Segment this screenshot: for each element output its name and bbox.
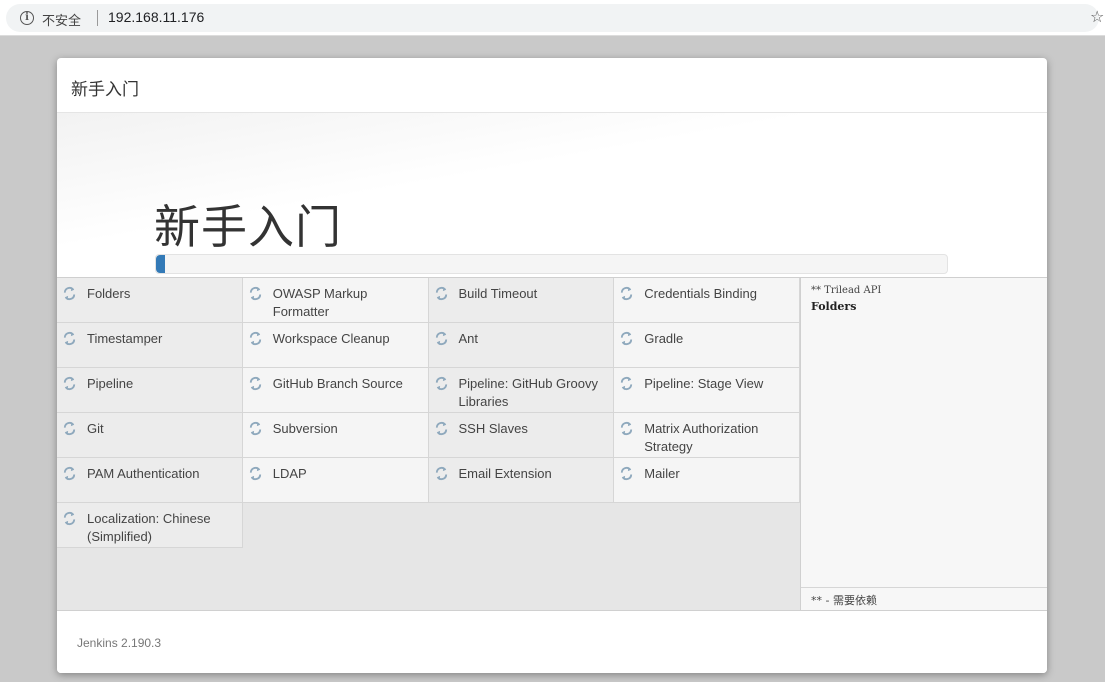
refresh-icon (435, 466, 447, 481)
refresh-icon (435, 376, 447, 391)
plugin-item: Pipeline: GitHub Groovy Libraries (428, 368, 615, 413)
plugin-name: LDAP (272, 466, 307, 481)
refresh-icon (63, 466, 76, 481)
install-log: ** Trilead API Folders ** - 需要依赖 (800, 278, 1047, 610)
plugin-item: Pipeline: Stage View (614, 368, 800, 413)
plugin-name: Gradle (644, 331, 684, 346)
refresh-icon (63, 376, 76, 391)
plugin-item: Credentials Binding (614, 278, 800, 323)
plugin-item: Timestamper (57, 323, 243, 368)
install-progress-bar (155, 254, 948, 274)
refresh-icon (63, 286, 76, 301)
refresh-icon (249, 331, 261, 346)
refresh-icon (63, 511, 76, 526)
url-text[interactable]: 192.168.11.176 (108, 9, 204, 25)
plugin-row: PAM Authentication LDAP Email Extension Mai… (57, 458, 800, 503)
plugin-name: Pipeline: Stage View (644, 376, 764, 391)
dependency-legend: ** - 需要依赖 (811, 594, 877, 607)
plugin-name: Ant (458, 331, 479, 346)
plugin-name: Credentials Binding (644, 286, 757, 301)
plugin-row: Git Subversion SSH Slaves Matrix Authorizat… (57, 413, 800, 458)
plugin-name: Mailer (644, 466, 680, 481)
refresh-icon (621, 331, 633, 346)
address-divider (97, 10, 98, 26)
plugin-item: OWASP Markup Formatter (242, 278, 429, 323)
plugin-item: Pipeline (57, 368, 243, 413)
plugin-item: Subversion (242, 413, 429, 458)
plugin-name: OWASP Markup Formatter (272, 286, 368, 319)
plugin-name: Matrix Authorization Strategy (644, 421, 759, 454)
plugin-grid: Folders OWASP Markup Formatter Build Timeo… (57, 278, 800, 548)
jenkins-version: Jenkins 2.190.3 (77, 636, 162, 650)
plugin-row: Timestamper Workspace Cleanup Ant Gradle (57, 323, 800, 368)
dialog-header: 新手入门 (57, 58, 1047, 113)
address-bar[interactable]: i 不安全 192.168.11.176 ☆ (6, 4, 1104, 32)
plugin-name: GitHub Branch Source (272, 376, 403, 391)
refresh-icon (249, 376, 261, 391)
install-progress-fill (156, 255, 166, 273)
plugin-item: Gradle (614, 323, 800, 368)
plugin-name: Timestamper (87, 331, 163, 346)
refresh-icon (435, 331, 447, 346)
plugin-item: PAM Authentication (57, 458, 243, 503)
plugin-item: SSH Slaves (428, 413, 615, 458)
plugin-name: PAM Authentication (87, 466, 200, 481)
refresh-icon (621, 421, 633, 436)
plugin-row: Pipeline GitHub Branch Source Pipeline: Gi… (57, 368, 800, 413)
plugin-item: Build Timeout (428, 278, 615, 323)
plugin-name: SSH Slaves (458, 421, 528, 436)
refresh-icon (249, 466, 261, 481)
log-line: ** Trilead API (811, 285, 882, 296)
plugin-name: Workspace Cleanup (272, 331, 390, 346)
refresh-icon (435, 286, 447, 301)
plugin-install-panel: Folders OWASP Markup Formatter Build Timeo… (57, 278, 1047, 610)
plugin-item: Git (57, 413, 243, 458)
plugin-row: Folders OWASP Markup Formatter Build Timeo… (57, 278, 800, 323)
plugin-name: Pipeline: GitHub Groovy Libraries (458, 376, 598, 409)
refresh-icon (249, 286, 261, 301)
refresh-icon (621, 286, 633, 301)
refresh-icon (435, 421, 447, 436)
plugin-item: Mailer (614, 458, 800, 503)
hero-title: 新手入门 (154, 200, 342, 254)
plugin-name: Email Extension (458, 466, 552, 481)
plugin-item: Matrix Authorization Strategy (614, 413, 800, 458)
refresh-icon (63, 421, 76, 436)
plugin-name: Git (87, 421, 104, 436)
plugin-item: LDAP (242, 458, 429, 503)
plugin-item: Ant (428, 323, 615, 368)
plugin-name: Localization: Chinese (Simplified) (87, 511, 211, 544)
browser-toolbar: i 不安全 192.168.11.176 ☆ (0, 0, 1105, 36)
log-current-plugin: Folders (811, 300, 857, 313)
dialog-footer: Jenkins 2.190.3 (57, 610, 1047, 673)
log-legend-bar: ** - 需要依赖 (801, 587, 1047, 610)
setup-wizard-dialog: 新手入门 新手入门 Folders OWASP Markup Formatter B… (57, 58, 1047, 673)
plugin-row: Localization: Chinese (Simplified) (57, 503, 800, 548)
refresh-icon (621, 376, 633, 391)
hero-banner: 新手入门 (57, 113, 1047, 278)
plugin-name: Subversion (272, 421, 338, 436)
dialog-title: 新手入门 (71, 80, 139, 100)
plugin-item: Folders (57, 278, 243, 323)
refresh-icon (249, 421, 261, 436)
plugin-name: Folders (87, 286, 131, 301)
refresh-icon (621, 466, 633, 481)
info-icon[interactable]: i (20, 11, 34, 25)
plugin-item: Localization: Chinese (Simplified) (57, 503, 243, 548)
plugin-item: Workspace Cleanup (242, 323, 429, 368)
security-label[interactable]: 不安全 (42, 10, 81, 29)
refresh-icon (63, 331, 76, 346)
plugin-item: GitHub Branch Source (242, 368, 429, 413)
plugin-item: Email Extension (428, 458, 615, 503)
plugin-name: Pipeline (87, 376, 134, 391)
star-icon[interactable]: ☆ (1090, 7, 1104, 27)
plugin-name: Build Timeout (458, 286, 538, 301)
